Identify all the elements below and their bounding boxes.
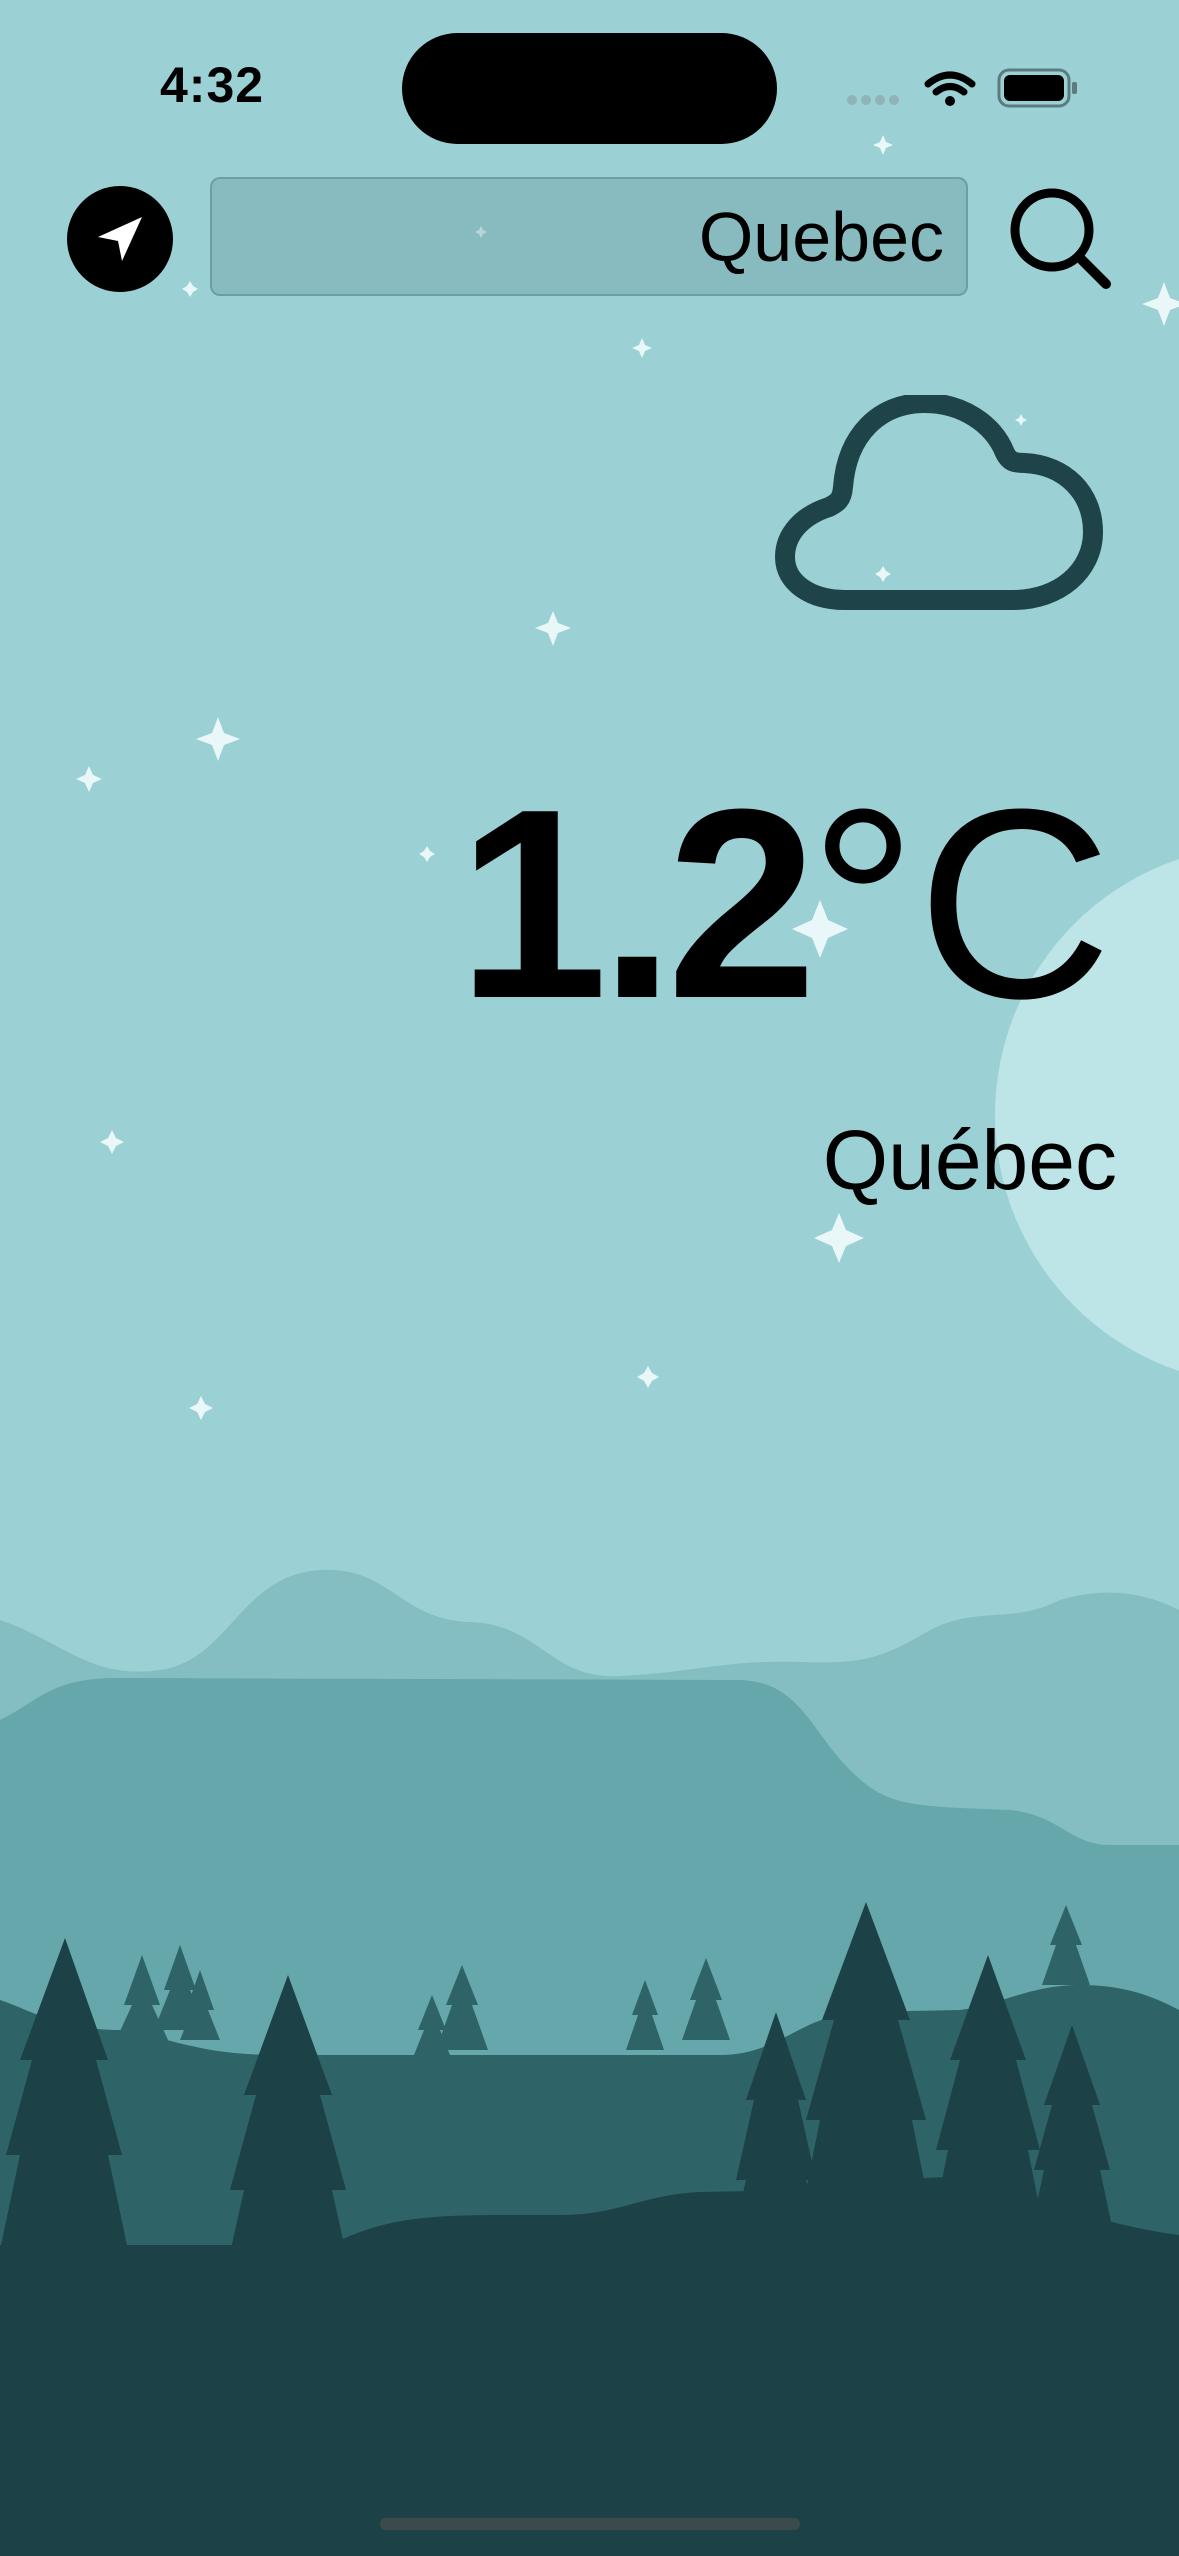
magnifier-icon xyxy=(1010,188,1111,289)
weather-screen: 4:32 1.2°C Québec xyxy=(0,0,1179,2556)
location-button[interactable] xyxy=(67,186,173,292)
status-icons xyxy=(847,68,1077,108)
cellular-signal-icon xyxy=(847,95,899,105)
temperature-value: 1.2 xyxy=(457,754,817,1055)
status-time: 4:32 xyxy=(160,57,265,113)
scenery-background xyxy=(0,135,1179,2556)
location-arrow-icon xyxy=(98,217,142,261)
search-input[interactable] xyxy=(210,177,968,296)
city-name: Québec xyxy=(822,1113,1117,1207)
temperature-display: 1.2°C xyxy=(458,770,1112,1040)
battery-icon xyxy=(997,68,1077,108)
home-indicator[interactable] xyxy=(380,2518,800,2530)
wifi-icon xyxy=(924,71,976,106)
search-button[interactable] xyxy=(1006,184,1122,300)
cloud-icon xyxy=(775,395,1103,610)
temperature-unit: °C xyxy=(809,754,1112,1055)
dynamic-island xyxy=(402,33,777,144)
